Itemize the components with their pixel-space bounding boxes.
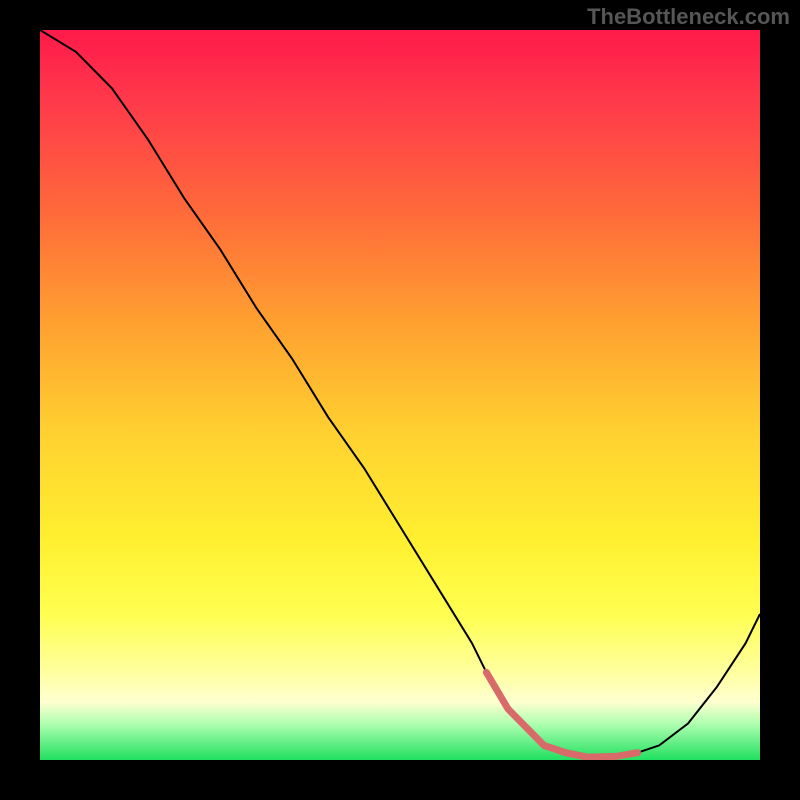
chart-plot-area (40, 30, 760, 760)
optimal-range-markers (486, 672, 637, 757)
chart-svg (40, 30, 760, 760)
watermark-text: TheBottleneck.com (587, 4, 790, 30)
bottleneck-curve (40, 30, 760, 757)
